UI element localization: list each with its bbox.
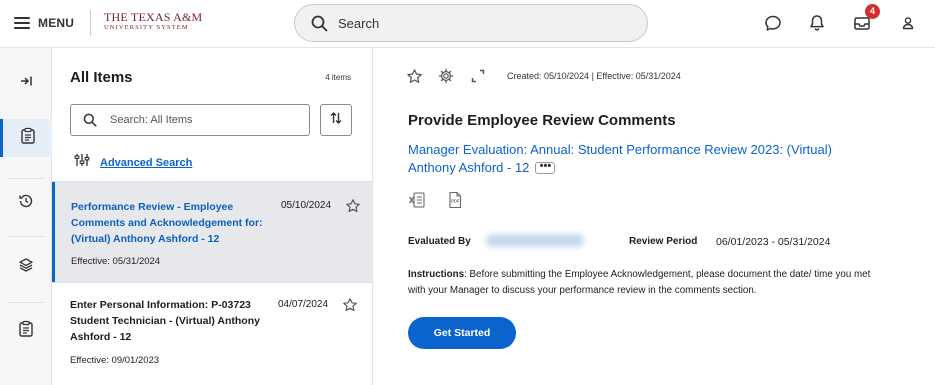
list-item[interactable]: Enter Personal Information: P-03723 Stud… — [52, 283, 372, 383]
item-count: 4 items — [325, 73, 351, 82]
rail-history[interactable] — [0, 184, 52, 222]
instructions-text: : Before submitting the Employee Acknowl… — [408, 269, 871, 296]
created-effective-meta: Created: 05/10/2024 | Effective: 05/31/2… — [507, 71, 681, 81]
rail-all-items[interactable] — [0, 119, 52, 157]
layers-icon — [18, 257, 34, 278]
clipboard-icon — [20, 127, 36, 150]
rail-divider — [8, 302, 44, 303]
profile-icon[interactable] — [898, 13, 918, 33]
rail-divider — [8, 178, 44, 179]
review-period-value: 06/01/2023 - 05/31/2024 — [716, 236, 831, 248]
evaluation-link-block: Manager Evaluation: Annual: Student Perf… — [408, 141, 848, 177]
rail-divider — [8, 236, 44, 237]
menu-icon — [14, 17, 30, 29]
instructions: Instructions: Before submitting the Empl… — [408, 267, 888, 299]
instructions-label: Instructions — [408, 269, 465, 280]
svg-text:PDF: PDF — [451, 199, 460, 204]
advanced-search: Advanced Search — [74, 152, 192, 173]
collapse-icon — [19, 74, 33, 93]
bell-icon[interactable] — [807, 13, 827, 33]
list-search-input[interactable]: Search: All Items — [70, 104, 310, 136]
search-icon — [311, 15, 328, 37]
get-started-button[interactable]: Get Started — [408, 317, 516, 349]
global-search-input[interactable]: Search — [294, 4, 648, 42]
search-icon — [83, 113, 97, 132]
filter-sliders-icon — [74, 152, 90, 173]
detail-title: Provide Employee Review Comments — [408, 112, 676, 129]
list-item-effective: Effective: 05/31/2024 — [71, 256, 161, 267]
expand-icon[interactable] — [470, 68, 486, 89]
list-item-effective: Effective: 09/01/2023 — [70, 355, 160, 366]
logo-divider — [90, 10, 91, 36]
chat-icon[interactable] — [763, 13, 783, 33]
detail-panel: Created: 05/10/2024 | Effective: 05/31/2… — [374, 48, 935, 385]
logo-line-2: UNIVERSITY SYSTEM — [104, 24, 189, 31]
list-item-date: 05/10/2024 — [281, 200, 332, 211]
history-icon — [17, 192, 35, 215]
rail-layers[interactable] — [0, 248, 52, 286]
list-item-title: Enter Personal Information: P-03723 Stud… — [70, 299, 260, 343]
star-icon[interactable] — [342, 297, 358, 318]
sort-button[interactable] — [320, 104, 352, 136]
left-rail — [0, 48, 52, 385]
list-title: All Items — [70, 69, 133, 86]
logo[interactable]: THE TEXAS A&M UNIVERSITY SYSTEM — [104, 11, 202, 32]
search-placeholder: Search — [338, 16, 380, 31]
pdf-export-icon[interactable]: PDF — [446, 191, 464, 214]
list-item-title: Performance Review - Employee Comments a… — [71, 201, 263, 245]
evaluator-name-redacted — [486, 234, 584, 247]
items-list-panel: All Items 4 items Search: All Items Adva… — [52, 48, 373, 385]
evaluated-by-label: Evaluated By — [408, 236, 471, 247]
sort-icon — [329, 111, 343, 130]
list-search-placeholder: Search: All Items — [110, 114, 193, 126]
logo-line-1: THE TEXAS A&M — [104, 10, 203, 24]
review-period-label: Review Period — [629, 236, 698, 247]
rail-tasks[interactable] — [0, 312, 52, 350]
star-icon[interactable] — [345, 198, 361, 219]
inbox-badge: 4 — [865, 4, 880, 19]
excel-export-icon[interactable] — [408, 191, 426, 214]
menu-label: MENU — [38, 16, 75, 30]
evaluation-link[interactable]: Manager Evaluation: Annual: Student Perf… — [408, 142, 832, 175]
clipboard-icon — [18, 320, 34, 343]
list-item[interactable]: Performance Review - Employee Comments a… — [52, 182, 372, 282]
collapse-rail-button[interactable] — [0, 64, 52, 102]
top-bar: MENU THE TEXAS A&M UNIVERSITY SYSTEM Sea… — [0, 0, 935, 48]
menu-button[interactable]: MENU — [14, 12, 74, 34]
more-options-button[interactable]: ••• — [535, 160, 556, 174]
list-item-date: 04/07/2024 — [278, 299, 329, 310]
star-icon[interactable] — [406, 68, 423, 90]
gear-icon[interactable] — [438, 68, 454, 89]
advanced-search-link[interactable]: Advanced Search — [100, 157, 192, 169]
